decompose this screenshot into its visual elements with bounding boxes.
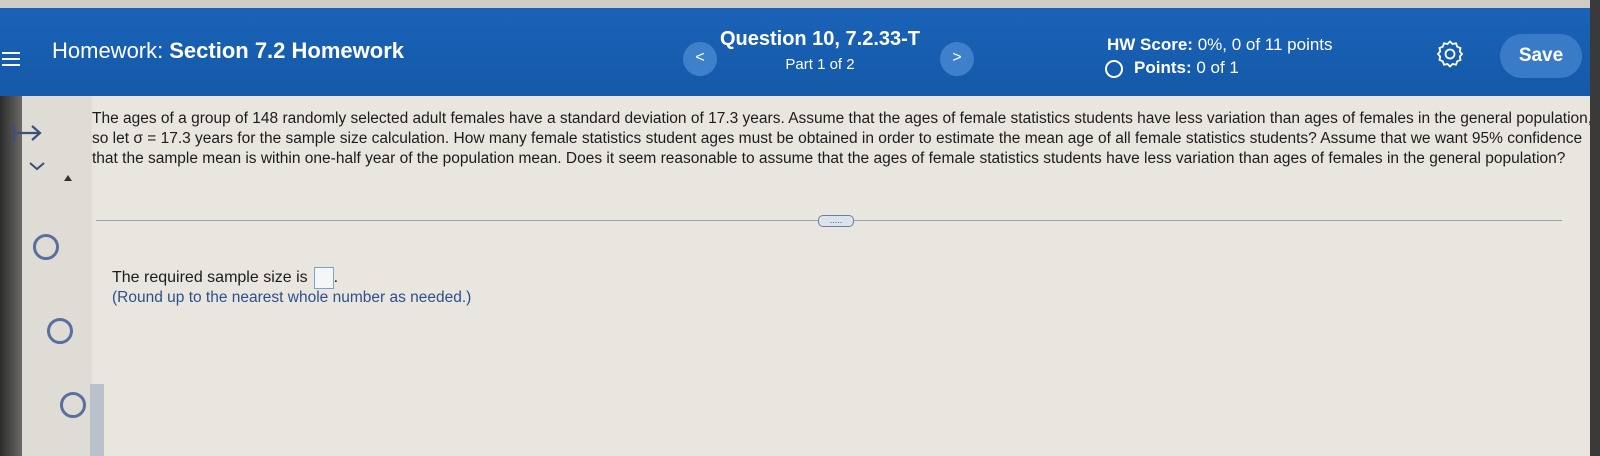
screen: Homework: Section 7.2 Homework < Question… bbox=[0, 0, 1600, 456]
save-button[interactable]: Save bbox=[1500, 34, 1582, 78]
scroll-up-icon[interactable] bbox=[64, 175, 72, 181]
hw-score-value: 0%, 0 of 11 points bbox=[1197, 35, 1333, 54]
chevron-down-icon[interactable] bbox=[28, 160, 46, 172]
scrollbar-thumb[interactable] bbox=[90, 384, 104, 456]
answer-prompt-text: The required sample size is bbox=[112, 269, 308, 287]
homework-label: Homework: bbox=[52, 38, 164, 63]
question-line: that the sample mean is within one-half … bbox=[92, 150, 1566, 167]
radio-option-2[interactable] bbox=[47, 318, 73, 344]
question-title: Question 10, 7.2.33-T bbox=[719, 28, 921, 50]
expand-button[interactable]: ..... bbox=[818, 215, 854, 227]
question-line: so let σ = 17.3 years for the sample siz… bbox=[92, 130, 1583, 147]
hw-score-label: HW Score: bbox=[1107, 35, 1193, 54]
points-label: Points: bbox=[1134, 58, 1192, 77]
points-circle-icon bbox=[1105, 60, 1123, 78]
arrow-right-bar-icon[interactable] bbox=[12, 122, 44, 144]
hamburger-menu-icon[interactable] bbox=[2, 52, 20, 66]
next-question-button[interactable]: > bbox=[940, 42, 974, 76]
hw-score: HW Score: 0%, 0 of 11 points bbox=[1107, 35, 1333, 55]
section-name: Section 7.2 Homework bbox=[169, 38, 404, 63]
points: Points: 0 of 1 bbox=[1134, 58, 1239, 78]
points-value: 0 of 1 bbox=[1196, 58, 1239, 77]
left-edge bbox=[0, 96, 22, 456]
question-line: The ages of a group of 148 randomly sele… bbox=[92, 110, 1593, 127]
sample-size-input[interactable] bbox=[313, 267, 334, 289]
question-part: Part 1 of 2 bbox=[785, 56, 855, 73]
answer-period: . bbox=[333, 269, 339, 287]
right-edge bbox=[1590, 0, 1600, 456]
rounding-hint: (Round up to the nearest whole number as… bbox=[112, 289, 472, 306]
radio-option-1[interactable] bbox=[33, 234, 59, 260]
gear-icon[interactable] bbox=[1436, 40, 1464, 68]
radio-option-3[interactable] bbox=[60, 392, 86, 418]
homework-title: Homework: Section 7.2 Homework bbox=[52, 38, 404, 64]
header-bar: Homework: Section 7.2 Homework < Question… bbox=[0, 8, 1590, 96]
question-text: The ages of a group of 148 randomly sele… bbox=[92, 109, 1593, 169]
answer-prompt: The required sample size is. bbox=[112, 267, 338, 289]
